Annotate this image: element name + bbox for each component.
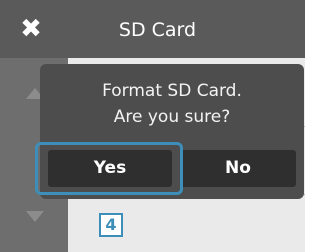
confirm-dialog: Format SD Card. Are you sure? Yes No bbox=[40, 64, 304, 199]
header-bar: ✖ SD Card bbox=[0, 0, 305, 58]
dialog-message-line2: Are you sure? bbox=[113, 107, 231, 127]
dialog-message: Format SD Card. Are you sure? bbox=[40, 78, 304, 130]
dialog-message-line1: Format SD Card. bbox=[102, 81, 242, 101]
yes-button[interactable]: Yes bbox=[48, 150, 172, 187]
close-icon[interactable]: ✖ bbox=[18, 16, 44, 42]
step-callout: 4 bbox=[99, 213, 123, 237]
scroll-down-icon[interactable] bbox=[26, 211, 44, 222]
no-button[interactable]: No bbox=[180, 150, 296, 187]
page-title: SD Card bbox=[118, 19, 197, 41]
